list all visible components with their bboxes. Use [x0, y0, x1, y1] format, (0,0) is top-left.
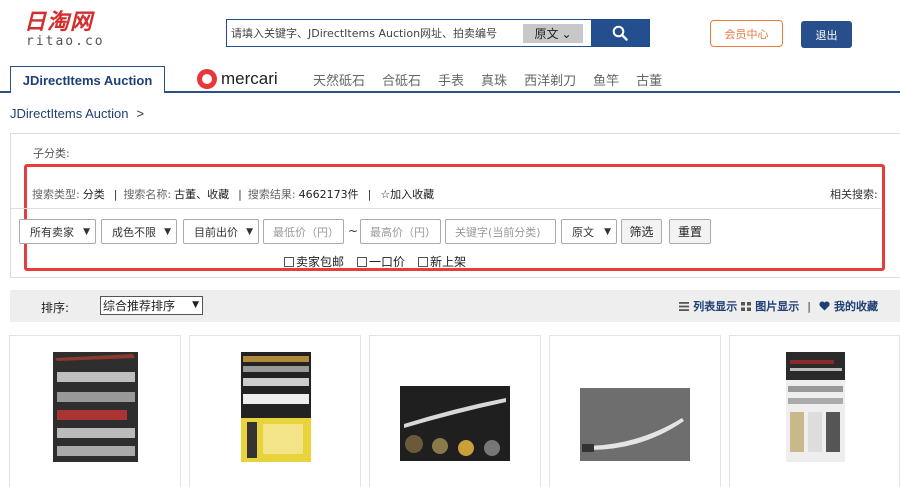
- tab-jdirectitems[interactable]: JDirectItems Auction: [10, 66, 165, 93]
- image-view-link[interactable]: 图片显示: [755, 298, 799, 314]
- checkbox-icon: [284, 256, 294, 267]
- related-search-label: 相关搜索:: [830, 188, 878, 201]
- checkbox-icon: [418, 256, 428, 267]
- nav-item-fishing-rods[interactable]: 鱼竿: [593, 70, 619, 89]
- sword-image: [786, 352, 845, 462]
- buy-now-label: 一口价: [369, 255, 406, 269]
- nav-item-antiques[interactable]: 古董: [636, 70, 662, 89]
- sword-image: [400, 386, 510, 461]
- breadcrumb-separator: >: [136, 106, 145, 121]
- sort-label: 排序:: [41, 301, 70, 315]
- product-image[interactable]: [400, 386, 510, 461]
- product-image[interactable]: [580, 388, 690, 461]
- checkbox-icon: [357, 256, 367, 267]
- new-listing-label: 新上架: [430, 255, 467, 269]
- nav-item-razors[interactable]: 西洋剃刀: [524, 70, 576, 89]
- product-card[interactable]: [549, 335, 721, 487]
- search-bar: 原文 ⌄: [226, 19, 650, 47]
- logout-button[interactable]: 退出: [801, 21, 852, 48]
- chevron-down-icon: ▼: [83, 227, 90, 237]
- search-lang-value: 原文: [534, 27, 559, 41]
- site-logo[interactable]: 日淘网 ritao.co: [24, 10, 124, 50]
- add-favorite-link[interactable]: ☆加入收藏: [380, 188, 434, 201]
- divider: [11, 208, 881, 209]
- product-image[interactable]: [786, 352, 845, 462]
- search-lang-select[interactable]: 原文 ⌄: [523, 24, 583, 43]
- result-label: 搜索结果:: [247, 188, 296, 201]
- condition-select-value: 成色不限: [112, 225, 156, 239]
- search-icon: [612, 25, 628, 41]
- free-shipping-checkbox[interactable]: 卖家包邮: [284, 253, 344, 270]
- mercari-label: mercari: [221, 69, 278, 88]
- chevron-down-icon: ⌄: [561, 26, 572, 41]
- sort-select-value: 综合推荐排序: [103, 299, 176, 313]
- chevron-down-icon: ▼: [246, 227, 253, 237]
- search-name-value: 古董、收藏: [174, 188, 230, 201]
- price-range-separator: ~: [348, 224, 359, 238]
- product-image[interactable]: [241, 352, 311, 462]
- nav-item-watches[interactable]: 手表: [438, 70, 464, 89]
- tab-mercari[interactable]: mercari: [197, 68, 278, 90]
- product-card[interactable]: [189, 335, 361, 487]
- logo-main-text: 日淘网: [24, 10, 94, 35]
- product-card[interactable]: [729, 335, 900, 487]
- free-shipping-label: 卖家包邮: [296, 255, 345, 269]
- seller-select[interactable]: 所有卖家 ▼: [19, 219, 96, 244]
- subcategory-label: 子分类:: [33, 147, 70, 160]
- view-options: 列表显示 图片显示 | 我的收藏: [679, 298, 878, 314]
- chevron-down-icon: ▼: [604, 227, 611, 237]
- reset-button[interactable]: 重置: [669, 219, 711, 244]
- nav-item-natural-whetstone[interactable]: 天然砥石: [313, 70, 365, 89]
- price-type-value: 目前出价: [194, 225, 238, 239]
- max-price-input[interactable]: 最高价（円）: [360, 219, 441, 244]
- search-info-row: 搜索类型: 分类 | 搜索名称: 古董、收藏 | 搜索结果: 4662173件 | ☆加入收藏: [32, 188, 435, 201]
- search-button[interactable]: [591, 20, 649, 46]
- new-listing-checkbox[interactable]: 新上架: [418, 253, 466, 270]
- chevron-down-icon: ▼: [164, 227, 171, 237]
- min-price-input[interactable]: 最低价（円）: [263, 219, 344, 244]
- list-view-link[interactable]: 列表显示: [693, 298, 737, 314]
- sword-image: [580, 388, 690, 461]
- filter-button[interactable]: 筛选: [621, 219, 662, 244]
- member-center-button[interactable]: 会员中心: [710, 20, 783, 47]
- logo-sub-text: ritao.co: [26, 34, 105, 49]
- buy-now-checkbox[interactable]: 一口价: [357, 253, 405, 270]
- filter-lang-value: 原文: [572, 225, 594, 239]
- sword-image: [241, 352, 311, 462]
- condition-select[interactable]: 成色不限 ▼: [101, 219, 177, 244]
- seller-select-value: 所有卖家: [30, 225, 74, 239]
- breadcrumb: JDirectItems Auction >: [10, 106, 144, 121]
- my-favorites-link[interactable]: 我的收藏: [834, 298, 878, 314]
- search-type-label: 搜索类型:: [32, 188, 80, 201]
- price-type-select[interactable]: 目前出价 ▼: [183, 219, 259, 244]
- search-type-value: 分类: [82, 188, 105, 201]
- filter-lang-select[interactable]: 原文 ▼: [561, 219, 617, 244]
- sort-bar: 排序: 综合推荐排序 ▼ 列表显示 图片显示 | 我的收藏: [10, 290, 900, 322]
- mercari-logo-icon: [197, 69, 217, 89]
- result-value: 4662173件: [298, 188, 359, 201]
- product-image[interactable]: [53, 352, 138, 462]
- nav-item-pearls[interactable]: 真珠: [481, 70, 507, 89]
- nav-item-synthetic-whetstone[interactable]: 合砥石: [382, 70, 421, 89]
- list-icon: [679, 301, 690, 311]
- category-nav: JDirectItems Auction mercari 天然砥石 合砥石 手表…: [0, 66, 900, 93]
- nav-category-list: 天然砥石 合砥石 手表 真珠 西洋剃刀 鱼竿 古董: [313, 70, 662, 89]
- sort-select[interactable]: 综合推荐排序 ▼: [100, 296, 203, 315]
- chevron-down-icon: ▼: [192, 300, 199, 310]
- product-card[interactable]: [369, 335, 541, 487]
- sword-image: [53, 352, 138, 462]
- breadcrumb-root[interactable]: JDirectItems Auction: [10, 106, 129, 121]
- keyword-input[interactable]: 关键字(当前分类): [445, 219, 556, 244]
- product-card[interactable]: [9, 335, 181, 487]
- grid-icon: [741, 301, 752, 311]
- search-name-label: 搜索名称:: [123, 188, 172, 201]
- header: 日淘网 ritao.co 原文 ⌄ 会员中心 退出: [0, 0, 900, 66]
- heart-icon: [819, 301, 830, 311]
